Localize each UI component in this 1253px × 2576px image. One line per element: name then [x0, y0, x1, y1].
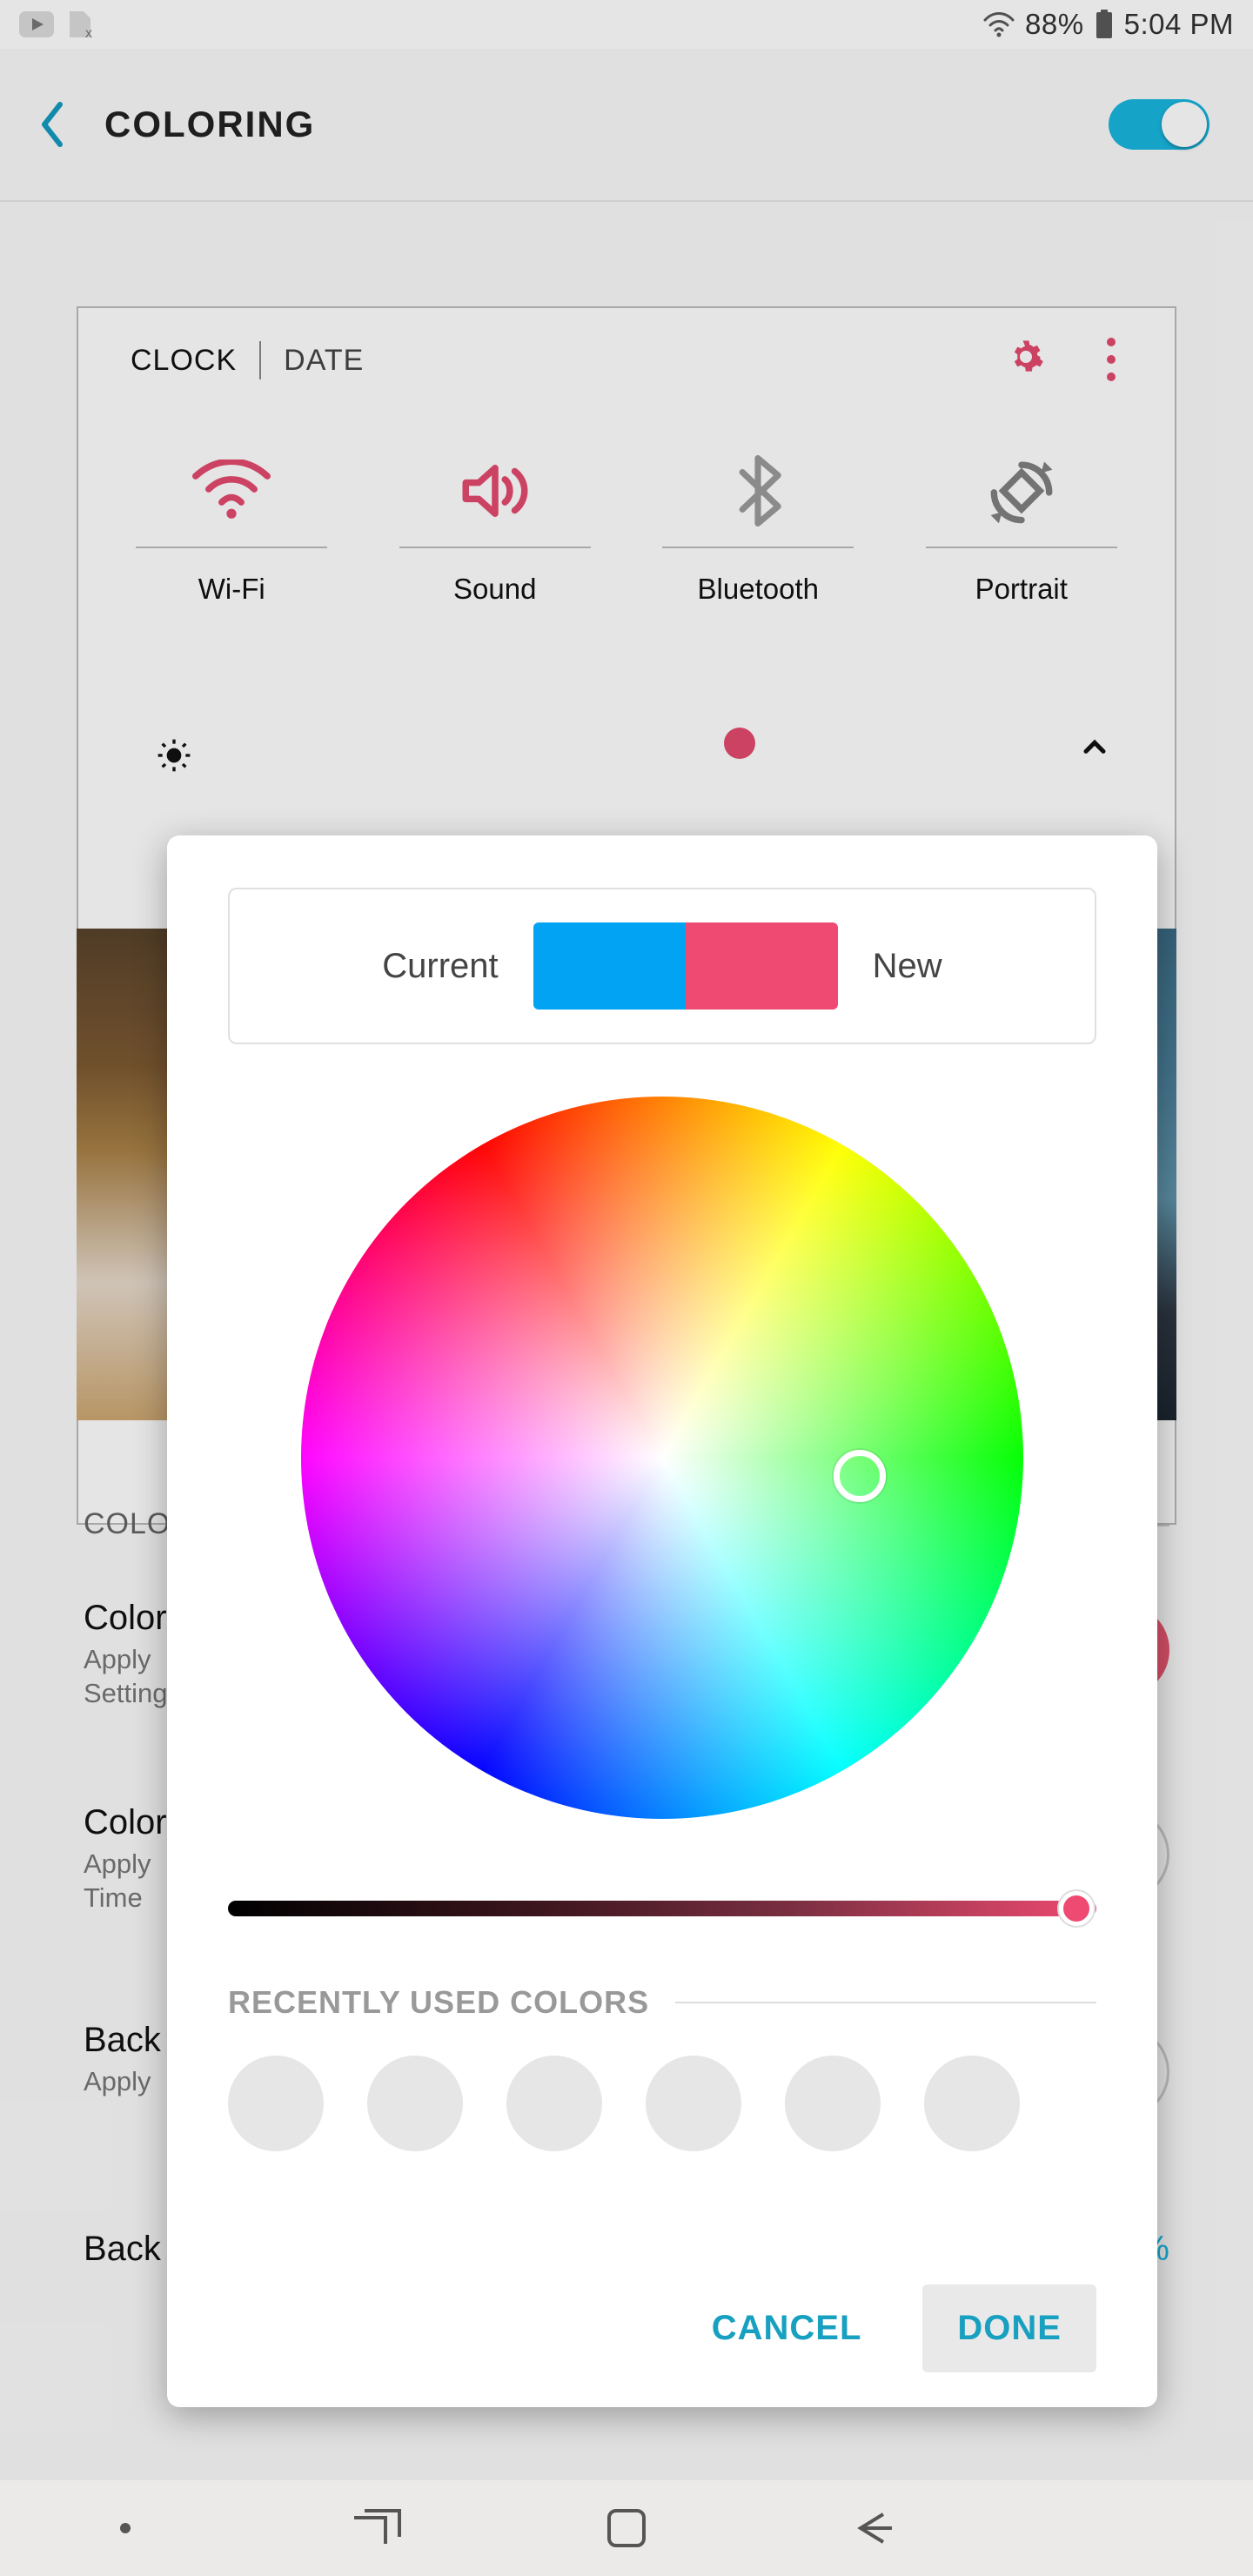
color-wheel-cursor[interactable] [834, 1450, 886, 1502]
nav-hint-dot [120, 2523, 131, 2533]
done-button[interactable]: DONE [922, 2284, 1096, 2372]
new-color-swatch [686, 922, 838, 1010]
recent-color-chip[interactable] [506, 2056, 602, 2151]
cancel-button[interactable]: CANCEL [677, 2284, 897, 2372]
back-button[interactable] [848, 2507, 904, 2549]
recent-color-chip[interactable] [646, 2056, 741, 2151]
color-wheel[interactable] [301, 1097, 1023, 1819]
current-color-swatch [533, 922, 686, 1010]
recent-color-chip[interactable] [228, 2056, 324, 2151]
recents-button[interactable] [349, 2507, 405, 2549]
android-nav-bar [0, 2480, 1253, 2576]
new-label: New [873, 947, 942, 986]
slider-thumb[interactable] [1059, 1891, 1094, 1926]
recent-colors-heading: RECENTLY USED COLORS [228, 1984, 649, 2021]
recent-color-chip[interactable] [785, 2056, 881, 2151]
brightness-slider[interactable] [228, 1880, 1096, 1932]
recent-color-chip[interactable] [924, 2056, 1020, 2151]
home-button[interactable] [602, 2504, 651, 2553]
recent-color-chip[interactable] [367, 2056, 463, 2151]
color-compare-panel: Current New [228, 888, 1096, 1044]
recent-colors-row [228, 2056, 1096, 2151]
color-picker-dialog: Current New RECENTLY USED COLORS CANCEL … [167, 835, 1157, 2407]
current-label: Current [382, 947, 498, 986]
